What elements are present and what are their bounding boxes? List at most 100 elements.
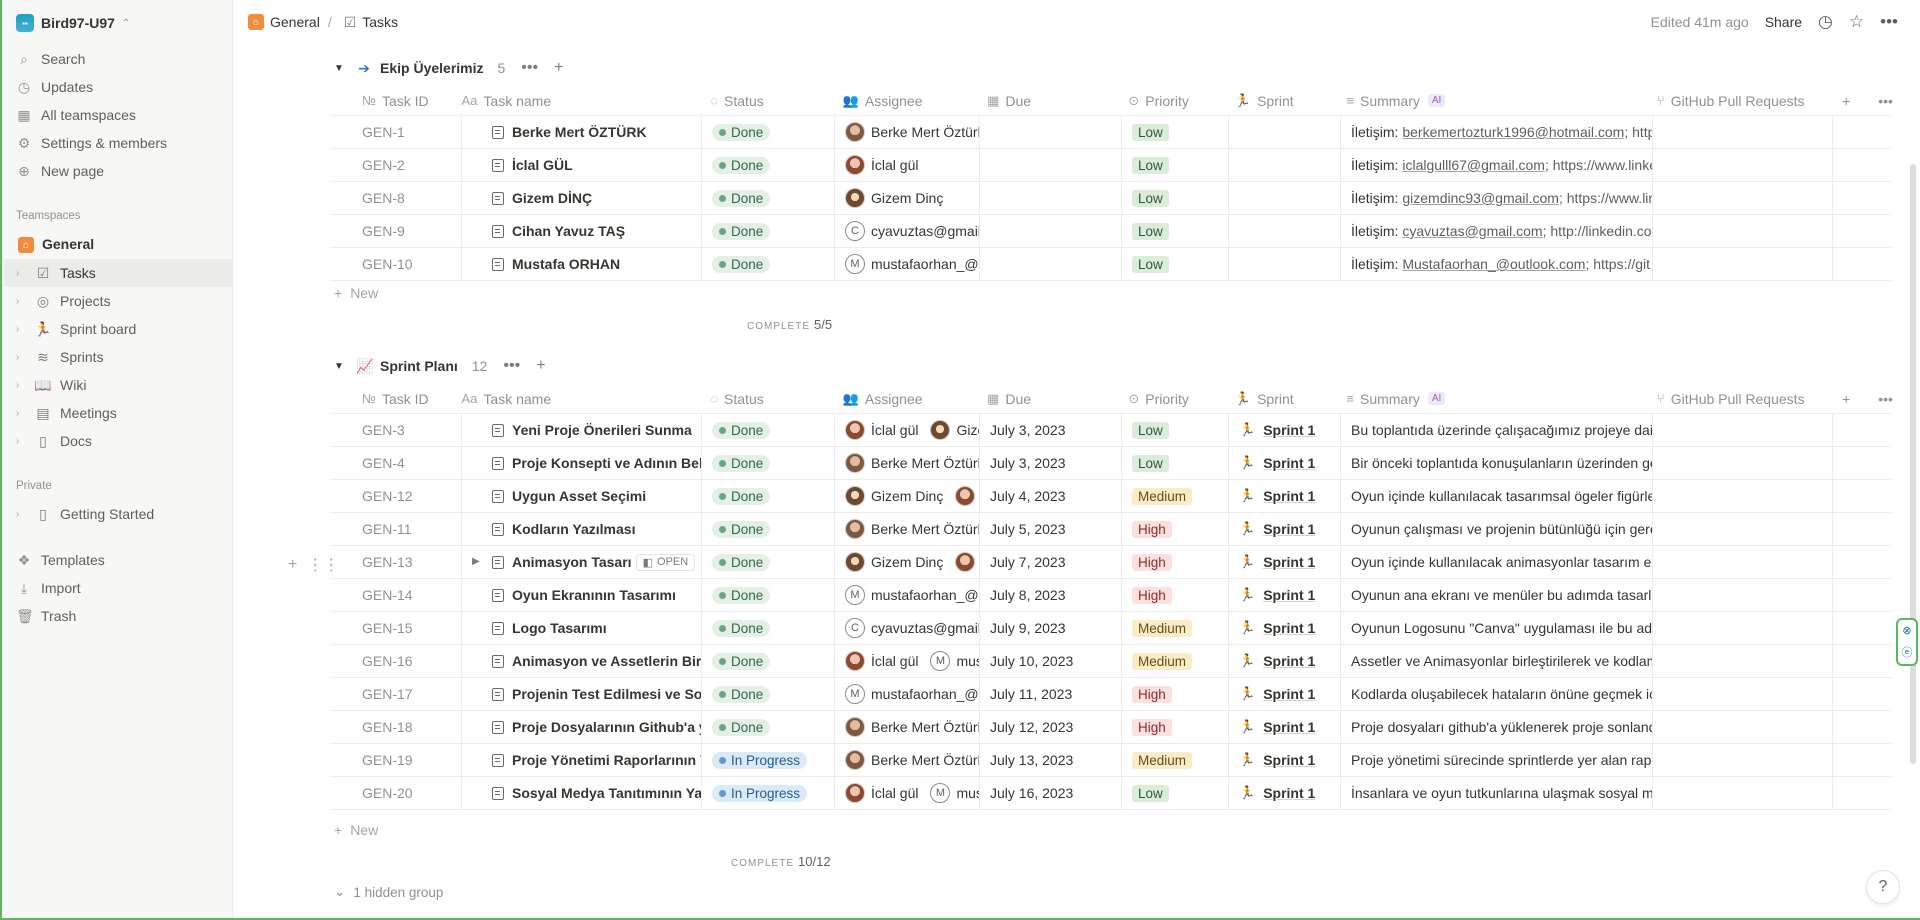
sprint-link[interactable]: Sprint 1 bbox=[1263, 554, 1315, 570]
assignee-cell[interactable]: İclal gül Mmus bbox=[835, 645, 980, 677]
add-row-icon[interactable]: + bbox=[288, 556, 297, 574]
sprint-link[interactable]: Sprint 1 bbox=[1263, 587, 1315, 603]
sprint-cell[interactable]: 🏃 Sprint 1 bbox=[1229, 678, 1341, 710]
summary-cell[interactable]: Kodlarda oluşabilecek hataların önüne ge… bbox=[1341, 678, 1653, 710]
status-badge[interactable]: Done bbox=[712, 454, 771, 472]
assignee-cell[interactable]: Berke Mert Öztürk bbox=[835, 513, 980, 545]
priority-cell[interactable]: Low bbox=[1122, 414, 1229, 446]
status-cell[interactable]: Done bbox=[702, 215, 835, 247]
task-name-cell[interactable]: Animasyon ve Assetlerin Birl bbox=[462, 645, 702, 677]
status-badge[interactable]: Done bbox=[712, 487, 771, 505]
chevron-right-icon[interactable]: › bbox=[16, 352, 30, 363]
assignee-cell[interactable]: Berke Mert Öztürk bbox=[835, 116, 980, 148]
sprint-cell[interactable] bbox=[1229, 182, 1341, 214]
sprint-cell[interactable]: 🏃 Sprint 1 bbox=[1229, 513, 1341, 545]
e-circle-icon[interactable]: ⓔ bbox=[1902, 644, 1913, 660]
priority-cell[interactable]: Low bbox=[1122, 777, 1229, 809]
table-row[interactable]: GEN-11 Kodların Yazılması Done Berke Mert Ö… bbox=[330, 513, 1893, 546]
priority-tag[interactable]: Low bbox=[1132, 454, 1169, 472]
due-cell[interactable]: July 10, 2023 bbox=[980, 645, 1122, 677]
column-summary[interactable]: ≡ Summary AI bbox=[1336, 86, 1647, 115]
plus-icon[interactable]: + bbox=[554, 59, 563, 77]
sprint-link[interactable]: Sprint 1 bbox=[1263, 653, 1315, 669]
column-priority[interactable]: ⊙ Priority bbox=[1118, 86, 1225, 115]
table-row[interactable]: GEN-19 Proje Yönetimi Raporlarının Y In Pr… bbox=[330, 744, 1893, 777]
task-name-cell[interactable]: Proje Konsepti ve Adının Bel bbox=[462, 447, 702, 479]
assignee-cell[interactable]: İclal gül bbox=[835, 149, 980, 181]
chevron-right-icon[interactable]: › bbox=[16, 296, 30, 307]
table-row[interactable]: GEN-14 Oyun Ekranının Tasarımı Done Mmustaf… bbox=[330, 579, 1893, 612]
status-cell[interactable]: Done bbox=[702, 480, 835, 512]
github-cell[interactable] bbox=[1653, 116, 1833, 148]
summary-cell[interactable]: İnsanlara ve oyun tutkunlarına ulaşmak s… bbox=[1341, 777, 1653, 809]
new-row-button[interactable]: + New bbox=[334, 278, 378, 308]
sprint-link[interactable]: Sprint 1 bbox=[1263, 422, 1315, 438]
summary-cell[interactable]: İletişim: Mustafaorhan_@outlook.com; htt… bbox=[1341, 248, 1653, 280]
table-row[interactable]: GEN-17 Projenin Test Edilmesi ve Sor Done M… bbox=[330, 678, 1893, 711]
status-badge[interactable]: Done bbox=[712, 619, 771, 637]
github-cell[interactable] bbox=[1653, 678, 1833, 710]
github-cell[interactable] bbox=[1653, 447, 1833, 479]
priority-tag[interactable]: Low bbox=[1132, 123, 1169, 141]
task-name-cell[interactable]: Uygun Asset Seçimi bbox=[462, 480, 702, 512]
sidebar-item-getting-started[interactable]: › ▯ Getting Started bbox=[4, 500, 233, 528]
priority-cell[interactable]: High bbox=[1122, 513, 1229, 545]
drag-handle-icon[interactable]: ⋮⋮ bbox=[307, 555, 339, 575]
column-sprint[interactable]: 🏃 Sprint bbox=[1225, 86, 1337, 115]
help-button[interactable]: ? bbox=[1866, 870, 1900, 904]
task-name-cell[interactable]: Gizem DİNÇ bbox=[462, 182, 702, 214]
column-due[interactable]: ▦ Due bbox=[977, 86, 1118, 115]
github-cell[interactable] bbox=[1653, 513, 1833, 545]
github-cell[interactable] bbox=[1653, 215, 1833, 247]
due-cell[interactable]: July 9, 2023 bbox=[980, 612, 1122, 644]
github-cell[interactable] bbox=[1653, 414, 1833, 446]
task-name-cell[interactable]: Yeni Proje Önerileri Sunma bbox=[462, 414, 702, 446]
status-badge[interactable]: Done bbox=[712, 553, 771, 571]
sidebar-item-all-teamspaces[interactable]: ▦ All teamspaces bbox=[16, 102, 230, 128]
summary-cell[interactable]: İletişim: gizemdinc93@gmail.com; https:/… bbox=[1341, 182, 1653, 214]
more-icon[interactable]: ••• bbox=[1878, 93, 1893, 109]
priority-tag[interactable]: Medium bbox=[1132, 652, 1193, 670]
sprint-cell[interactable]: 🏃 Sprint 1 bbox=[1229, 645, 1341, 677]
priority-cell[interactable]: Low bbox=[1122, 149, 1229, 181]
due-cell[interactable]: July 5, 2023 bbox=[980, 513, 1122, 545]
status-badge[interactable]: Done bbox=[712, 222, 771, 240]
status-cell[interactable]: Done bbox=[702, 678, 835, 710]
add-column-icon[interactable]: + bbox=[1842, 93, 1850, 109]
summary-email-link[interactable]: cyavuztas@gmail.com bbox=[1402, 223, 1542, 239]
priority-cell[interactable]: Low bbox=[1122, 248, 1229, 280]
status-badge[interactable]: Done bbox=[712, 189, 771, 207]
due-cell[interactable] bbox=[980, 149, 1122, 181]
add-column-icon[interactable]: + bbox=[1842, 391, 1850, 407]
sidebar-item-wiki[interactable]: › 📖 Wiki bbox=[4, 371, 233, 399]
column-status[interactable]: ◌ Status bbox=[700, 384, 832, 413]
table-row[interactable]: GEN-15 Logo Tasarımı Done Ccyavuztas@gmail.… bbox=[330, 612, 1893, 645]
status-badge[interactable]: Done bbox=[712, 652, 771, 670]
task-name-cell[interactable]: Logo Tasarımı bbox=[462, 612, 702, 644]
summary-cell[interactable]: İletişim: cyavuztas@gmail.com; http://li… bbox=[1341, 215, 1653, 247]
priority-cell[interactable]: Low bbox=[1122, 182, 1229, 214]
status-cell[interactable]: Done bbox=[702, 447, 835, 479]
task-name-cell[interactable]: İclal GÜL bbox=[462, 149, 702, 181]
status-badge[interactable]: Done bbox=[712, 520, 771, 538]
assignee-cell[interactable]: Ccyavuztas@gmail. bbox=[835, 215, 980, 247]
sidebar-item-tasks[interactable]: › ☑ Tasks bbox=[4, 259, 233, 287]
sprint-cell[interactable]: 🏃 Sprint 1 bbox=[1229, 447, 1341, 479]
summary-cell[interactable]: Bir önceki toplantıda konuşulanların üze… bbox=[1341, 447, 1653, 479]
sidebar-item-import[interactable]: ⤓ Import bbox=[16, 575, 230, 601]
open-button[interactable]: ◧ OPEN bbox=[635, 553, 696, 571]
priority-tag[interactable]: High bbox=[1132, 553, 1172, 571]
status-cell[interactable]: Done bbox=[702, 711, 835, 743]
sprint-link[interactable]: Sprint 1 bbox=[1263, 719, 1315, 735]
github-cell[interactable] bbox=[1653, 149, 1833, 181]
history-icon[interactable]: ◷ bbox=[1818, 12, 1833, 32]
summary-cell[interactable]: Oyunun Logosunu "Canva" uygulaması ile b… bbox=[1341, 612, 1653, 644]
assignee-cell[interactable]: Gizem Dinçİ bbox=[835, 546, 980, 578]
priority-tag[interactable]: Medium bbox=[1132, 487, 1193, 505]
column-summary[interactable]: ≡ Summary AI bbox=[1336, 384, 1647, 413]
task-name-cell[interactable]: Oyun Ekranının Tasarımı bbox=[462, 579, 702, 611]
task-name-cell[interactable]: Projenin Test Edilmesi ve Sor bbox=[462, 678, 702, 710]
task-name-cell[interactable]: Sosyal Medya Tanıtımının Ya bbox=[462, 777, 702, 809]
priority-cell[interactable]: Low bbox=[1122, 447, 1229, 479]
due-cell[interactable] bbox=[980, 215, 1122, 247]
